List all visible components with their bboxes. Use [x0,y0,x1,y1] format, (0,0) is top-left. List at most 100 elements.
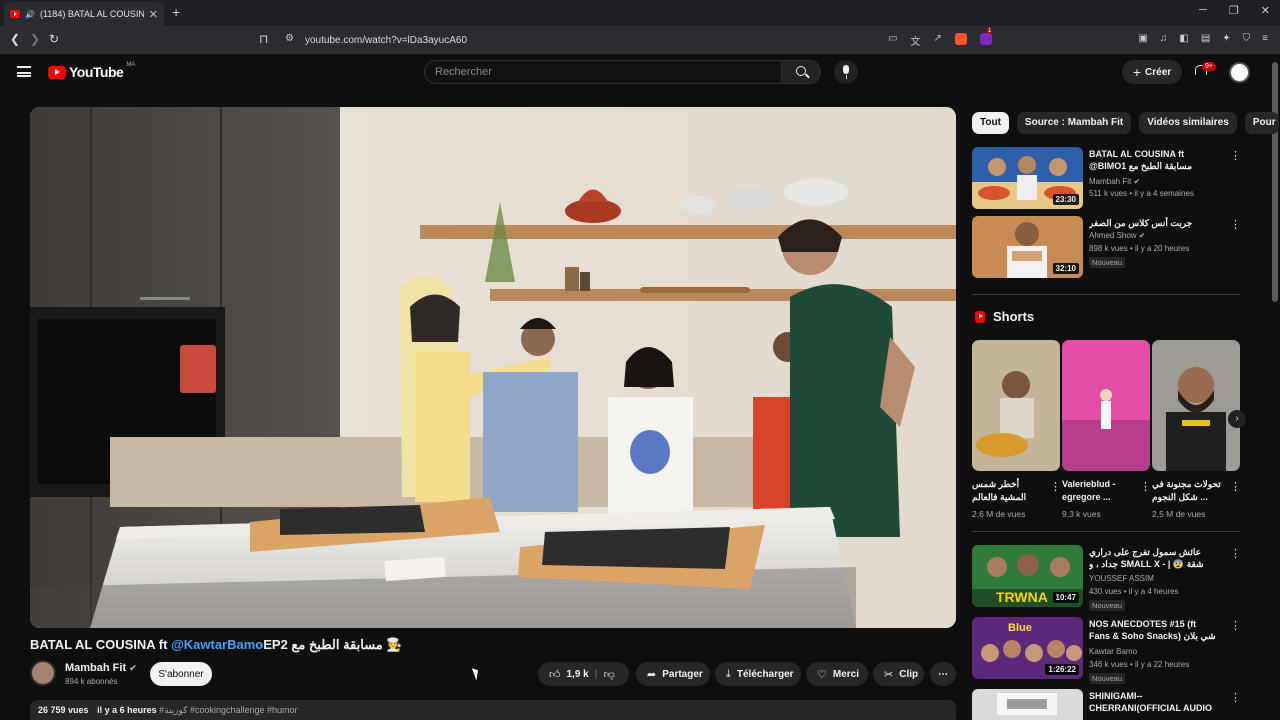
new-tab-button[interactable]: + [172,4,180,20]
mouse-cursor-icon [471,666,482,681]
youtube-favicon-icon [10,10,20,18]
kebab-menu-icon[interactable]: ⋮ [1230,218,1241,231]
video-thumbnail[interactable]: 23:30 [972,147,1083,209]
video-thumbnail[interactable] [972,689,1083,720]
channel-name[interactable]: Ahmed Show ✔ [1089,231,1146,240]
page-scrollbar[interactable] [1270,54,1280,720]
description-box[interactable]: 26 759 vues il y a 6 heures #كوزينة #coo… [30,700,956,720]
clip-button[interactable]: ✂ Clip [873,662,924,686]
dislike-icon[interactable]: 👎︎ [604,668,615,681]
channel-name[interactable]: Kawtar Bamo [1089,647,1137,656]
kebab-menu-icon[interactable]: ⋮ [1230,547,1241,560]
bookmark-icon[interactable]: ⊓ [259,32,268,46]
menu-icon[interactable]: ≡ [1262,33,1268,44]
minimize-icon[interactable]: ─ [1199,4,1207,17]
tab-close-icon[interactable]: ✕ [149,8,158,21]
search-input[interactable]: Rechercher [424,60,782,84]
tab-search-icon[interactable]: ▣ [1138,33,1147,44]
kebab-menu-icon[interactable]: ⋮ [1230,480,1241,493]
short-card[interactable]: Valerieblud - egregore ... 9,3 k vues ⋮ [1062,340,1151,519]
recommended-video[interactable]: 23:30 BATAL AL COUSINA ft @BIMO1 مسابقة … [972,147,1242,211]
chip-all[interactable]: Tout [972,112,1009,134]
sidebar-icon[interactable]: ◧ [1179,33,1188,44]
kebab-menu-icon[interactable]: ⋮ [1230,149,1241,162]
video-title-link[interactable]: SHINIGAMI-- CHERRANI(OFFICIAL AUDIO ... [1089,690,1219,714]
url-text: youtube.com/watch?v=lDa3ayucA60 [305,34,468,46]
account-avatar[interactable] [1229,62,1250,83]
short-thumbnail[interactable] [972,340,1060,471]
kebab-menu-icon[interactable]: ⋮ [1230,619,1241,632]
browser-tab[interactable]: 🔊 (1184) BATAL AL COUSINA ft ✕ [4,2,164,26]
video-thumbnail[interactable]: 32:10 [972,216,1083,278]
back-icon[interactable]: ❮ [10,32,20,46]
chip-for-you[interactable]: Pour [1244,112,1279,134]
rewards-icon[interactable]: 1 [979,28,993,45]
video-player[interactable] [30,107,956,628]
close-window-icon[interactable]: ✕ [1261,4,1270,17]
share-button[interactable]: ➦ Partager [636,662,710,686]
vpn-icon[interactable]: ⛉ [1243,33,1251,44]
more-actions-button[interactable]: ⋯ [930,662,956,686]
video-thumbnail[interactable]: TRWNA 10:47 [972,545,1083,607]
short-thumbnail[interactable] [1062,340,1150,471]
chip-source[interactable]: Source : Mambah Fit [1016,112,1132,134]
subscribe-button[interactable]: S'abonner [150,662,212,686]
short-thumbnail[interactable] [1152,340,1240,471]
search-button[interactable] [781,60,821,84]
channel-avatar[interactable] [30,660,56,686]
like-count[interactable]: 1,9 k [567,669,589,680]
wallet-icon[interactable]: ▤ [1201,33,1210,44]
new-badge: Nouveau [1089,257,1126,268]
translate-icon[interactable]: 文 [910,33,920,48]
download-button[interactable]: ⤓ Télécharger [715,662,801,686]
shorts-next-button[interactable]: › [1228,410,1246,428]
restore-icon[interactable]: ❐ [1229,4,1239,17]
recommended-video[interactable]: Blue 1:26:22 NOS ANECDOTES #15 (ft Fans … [972,617,1242,684]
video-title-link[interactable]: عائش سمول تفرج على دراري جداد ، و SMALL … [1089,546,1219,570]
leo-ai-icon[interactable]: ✦ [1222,33,1230,44]
recommended-video[interactable]: TRWNA 10:47 عائش سمول تفرج على دراري جدا… [972,545,1242,611]
short-title[interactable]: Valerieblud - egregore ... [1062,478,1136,504]
video-thumbnail[interactable]: Blue 1:26:22 [972,617,1083,679]
voice-search-icon[interactable] [834,60,858,84]
share-page-icon[interactable]: ↗ [933,33,941,48]
title-mention-link[interactable]: @KawtarBamo [171,637,263,652]
reload-icon[interactable]: ↻ [49,32,59,46]
channel-name[interactable]: Mambah Fit ✔ [1089,177,1140,186]
share-icon: ➦ [647,668,657,681]
recommended-video[interactable]: 32:10 جربت أنس كلاس من الصفر Ahmed Show … [972,216,1242,280]
shorts-icon [975,310,985,323]
youtube-logo[interactable]: YouTube MA [48,62,135,80]
kebab-menu-icon[interactable]: ⋮ [1050,480,1061,493]
scrollbar-thumb[interactable] [1272,62,1278,302]
more-icon: ⋯ [938,668,948,680]
video-title-link[interactable]: NOS ANECDOTES #15 (ft Fans & Soho Snacks… [1089,618,1219,642]
chip-similar[interactable]: Vidéos similaires [1139,112,1237,134]
short-title[interactable]: تحولات مجنونة في شكل النجوم ... [1152,478,1226,504]
forward-icon[interactable]: ❯ [30,32,40,46]
create-button[interactable]: + Créer [1122,60,1182,84]
thanks-button[interactable]: ♡ Merci [806,662,868,686]
short-card[interactable]: أخطر شمس المشية فالعالم 2,6 M de vues ⋮ [972,340,1061,519]
kebab-menu-icon[interactable]: ⋮ [1230,691,1241,704]
cast-icon[interactable]: ▭ [888,33,897,48]
channel-name-text: Mambah Fit [65,662,127,674]
recommended-video[interactable]: SHINIGAMI-- CHERRANI(OFFICIAL AUDIO ... … [972,689,1242,720]
media-icon[interactable]: ♫ [1160,33,1168,44]
hashtags[interactable]: #كوزينة #cookingchallenge #humor [159,705,297,715]
kebab-menu-icon[interactable]: ⋮ [1140,480,1151,493]
channel-name[interactable]: Mambah Fit ✔ [65,662,137,674]
like-icon[interactable]: 👍︎ [549,668,561,681]
guide-menu-icon[interactable] [17,66,31,77]
brave-shield-icon[interactable] [954,33,967,45]
site-info-icon[interactable]: ⚙ [285,33,294,44]
browser-titlebar: 🔊 (1184) BATAL AL COUSINA ft ✕ + ─ ❐ ✕ [0,0,1280,26]
video-meta: 430 vues • il y a 4 heures [1089,587,1179,596]
short-card[interactable]: تحولات مجنونة في شكل النجوم ... 2,5 M de… [1152,340,1241,519]
view-count: 26 759 vues [38,705,89,715]
short-title[interactable]: أخطر شمس المشية فالعالم [972,478,1046,504]
video-title-link[interactable]: جربت أنس كلاس من الصفر [1089,217,1219,229]
youtube-header: YouTube MA Rechercher + Créer 9+ [0,54,1268,94]
video-title-link[interactable]: BATAL AL COUSINA ft @BIMO1 مسابقة الطبخ … [1089,148,1219,172]
channel-name[interactable]: YOUSSEF ASSIM [1089,574,1154,583]
